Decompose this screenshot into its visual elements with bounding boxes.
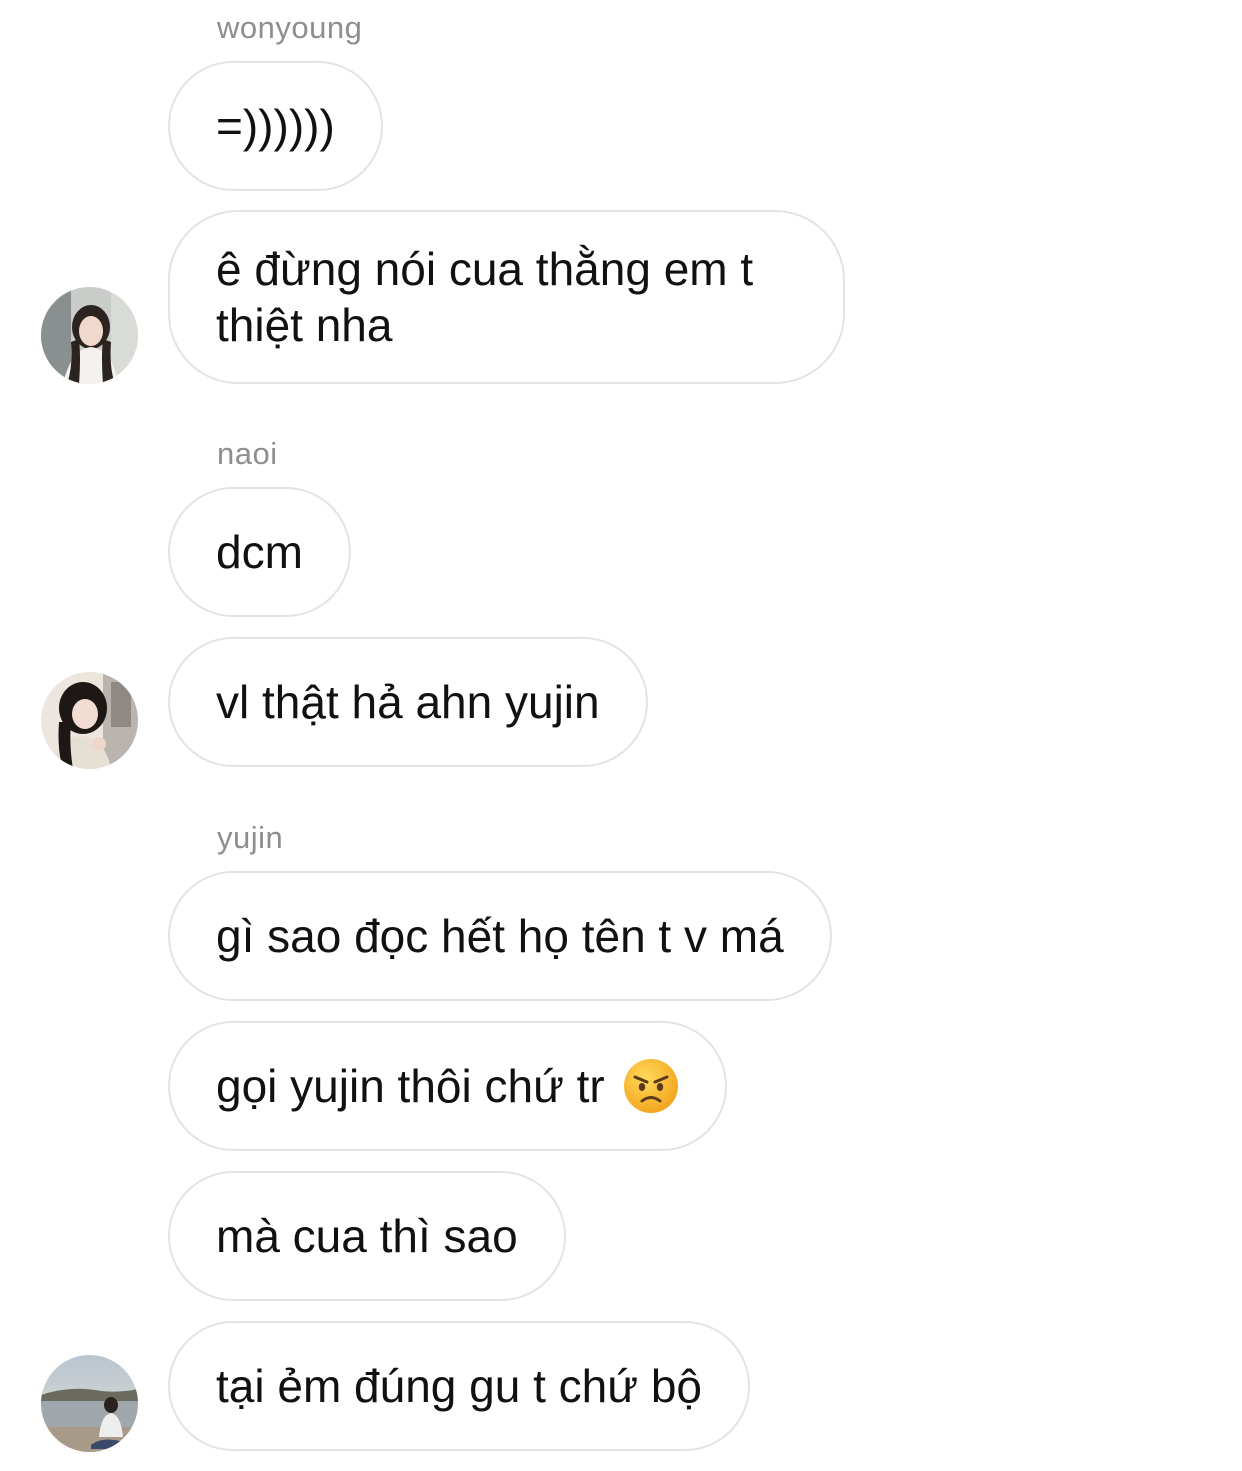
message-bubble[interactable]: vl thật hả ahn yujin: [168, 637, 648, 767]
message-bubble[interactable]: mà cua thì sao: [168, 1171, 566, 1301]
message-text: ê đừng nói cua thằng em t thiệt nha: [216, 243, 754, 351]
message-text: gì sao đọc hết họ tên t v má: [216, 910, 784, 962]
message-text: =)))))): [216, 100, 335, 152]
angry-face-emoji-icon: [623, 1059, 678, 1113]
message-text: tại ẻm đúng gu t chứ bộ: [216, 1360, 702, 1412]
message-text: gọi yujin thôi chứ tr: [216, 1060, 605, 1112]
sender-name: wonyoung: [217, 10, 363, 45]
avatar[interactable]: [41, 672, 138, 769]
user-avatar-icon: [41, 1355, 138, 1452]
message-bubble[interactable]: dcm: [168, 487, 351, 617]
message-bubble[interactable]: gì sao đọc hết họ tên t v má: [168, 871, 832, 1001]
avatar[interactable]: [41, 287, 138, 384]
sender-name: yujin: [217, 820, 284, 855]
user-avatar-icon: [41, 287, 138, 384]
message-text: mà cua thì sao: [216, 1210, 518, 1262]
message-text: vl thật hả ahn yujin: [216, 676, 600, 728]
message-bubble[interactable]: ê đừng nói cua thằng em t thiệt nha: [168, 210, 845, 384]
message-bubble[interactable]: =)))))): [168, 61, 383, 191]
avatar[interactable]: [41, 1355, 138, 1452]
message-text: dcm: [216, 526, 303, 578]
user-avatar-icon: [41, 672, 138, 769]
message-bubble[interactable]: gọi yujin thôi chứ tr: [168, 1021, 727, 1151]
message-bubble[interactable]: tại ẻm đúng gu t chứ bộ: [168, 1321, 750, 1451]
sender-name: naoi: [217, 436, 278, 471]
